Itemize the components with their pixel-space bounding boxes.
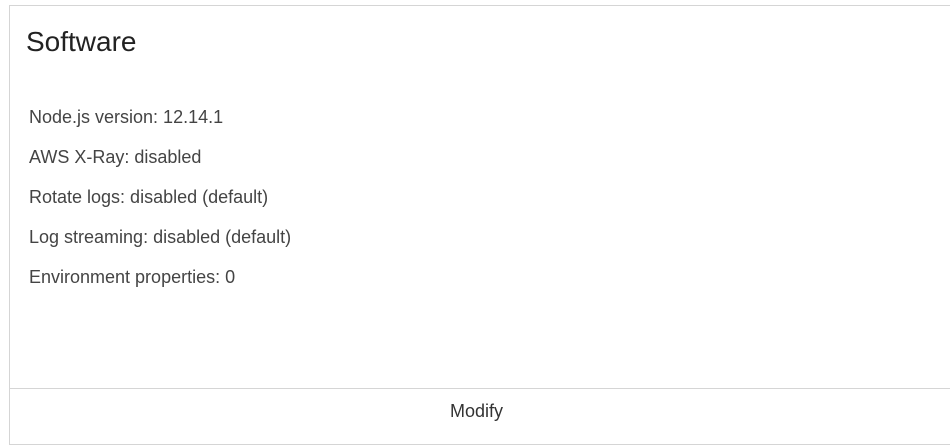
software-properties-list: Node.js version: 12.14.1 AWS X-Ray: disa… xyxy=(29,97,291,297)
property-aws-xray: AWS X-Ray: disabled xyxy=(29,147,202,167)
modify-button-label: Modify xyxy=(450,401,504,421)
property-nodejs-version: Node.js version: 12.14.1 xyxy=(29,107,224,127)
property-log-streaming: Log streaming: disabled (default) xyxy=(29,227,292,247)
property-environment-properties: Environment properties: 0 xyxy=(29,267,236,287)
software-card: Software Node.js version: 12.14.1 AWS X-… xyxy=(9,5,950,445)
modify-button[interactable]: Modify xyxy=(10,389,950,435)
property-rotate-logs: Rotate logs: disabled (default) xyxy=(29,187,269,207)
card-footer: Modify xyxy=(10,388,950,446)
card-title: Software xyxy=(26,26,137,57)
